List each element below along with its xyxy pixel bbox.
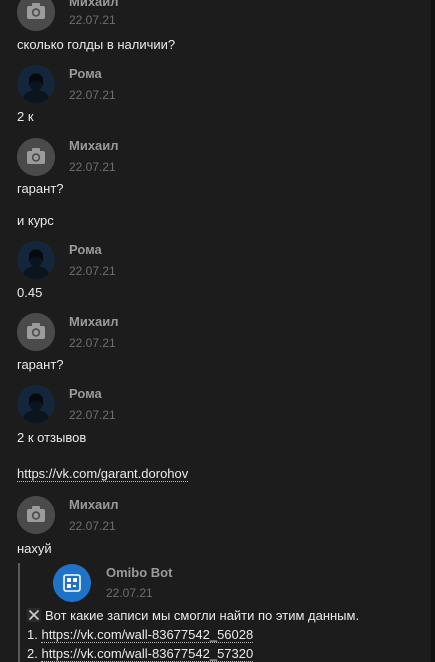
camera-avatar-icon[interactable] bbox=[17, 138, 55, 176]
camera-avatar-icon[interactable] bbox=[17, 313, 55, 351]
chat-history: Михаил 22.07.21 сколько голды в наличии?… bbox=[0, 0, 432, 662]
bot-result-row: 2. https://vk.com/wall-83677542_57320 bbox=[27, 646, 254, 662]
message-text: нахуй bbox=[17, 541, 52, 556]
message-author[interactable]: Михаил bbox=[69, 314, 119, 329]
result-link[interactable]: https://vk.com/wall-83677542_56028 bbox=[41, 627, 254, 643]
result-number: 2. bbox=[27, 646, 38, 661]
result-link[interactable]: https://vk.com/wall-83677542_57320 bbox=[41, 646, 254, 662]
message-text: 0.45 bbox=[17, 285, 43, 300]
message-text: 2 к bbox=[17, 109, 34, 124]
bot-avatar[interactable] bbox=[53, 564, 91, 602]
message-link-row: https://vk.com/garant.dorohov bbox=[17, 466, 189, 482]
scrollbar-track[interactable] bbox=[431, 0, 435, 662]
message-date: 22.07.21 bbox=[69, 264, 116, 278]
user-photo-avatar[interactable] bbox=[17, 241, 55, 279]
message-link[interactable]: https://vk.com/garant.dorohov bbox=[17, 466, 189, 482]
bot-intro-text: Вот какие записи мы смогли найти по этим… bbox=[45, 608, 360, 623]
bot-result-row: 1. https://vk.com/wall-83677542_56028 bbox=[27, 627, 254, 643]
message-date: 22.07.21 bbox=[69, 160, 116, 174]
camera-avatar-icon[interactable] bbox=[17, 0, 55, 31]
message-author[interactable]: Михаил bbox=[69, 497, 119, 512]
message-date: 22.07.21 bbox=[69, 88, 116, 102]
message-date: 22.07.21 bbox=[69, 13, 116, 27]
message-text: 2 к отзывов bbox=[17, 430, 87, 445]
result-number: 1. bbox=[27, 627, 38, 642]
user-photo-avatar[interactable] bbox=[17, 385, 55, 423]
bot-date: 22.07.21 bbox=[106, 586, 153, 600]
camera-avatar-icon[interactable] bbox=[17, 496, 55, 534]
bot-author[interactable]: Omibo Bot bbox=[106, 565, 172, 580]
message-date: 22.07.21 bbox=[69, 336, 116, 350]
message-author[interactable]: Рома bbox=[69, 66, 102, 81]
crossed-swords-icon bbox=[27, 608, 41, 622]
message-author[interactable]: Рома bbox=[69, 242, 102, 257]
message-author[interactable]: Михаил bbox=[69, 0, 119, 9]
message-date: 22.07.21 bbox=[69, 408, 116, 422]
message-text: и курс bbox=[17, 213, 54, 228]
message-author[interactable]: Михаил bbox=[69, 138, 119, 153]
bot-intro-row: Вот какие записи мы смогли найти по этим… bbox=[27, 608, 359, 623]
message-text: гарант? bbox=[17, 181, 64, 196]
message-author[interactable]: Рома bbox=[69, 386, 102, 401]
forwarded-quote-bar bbox=[18, 563, 20, 662]
message-date: 22.07.21 bbox=[69, 519, 116, 533]
user-photo-avatar[interactable] bbox=[17, 65, 55, 103]
message-text: гарант? bbox=[17, 357, 64, 372]
message-text: сколько голды в наличии? bbox=[17, 37, 176, 52]
